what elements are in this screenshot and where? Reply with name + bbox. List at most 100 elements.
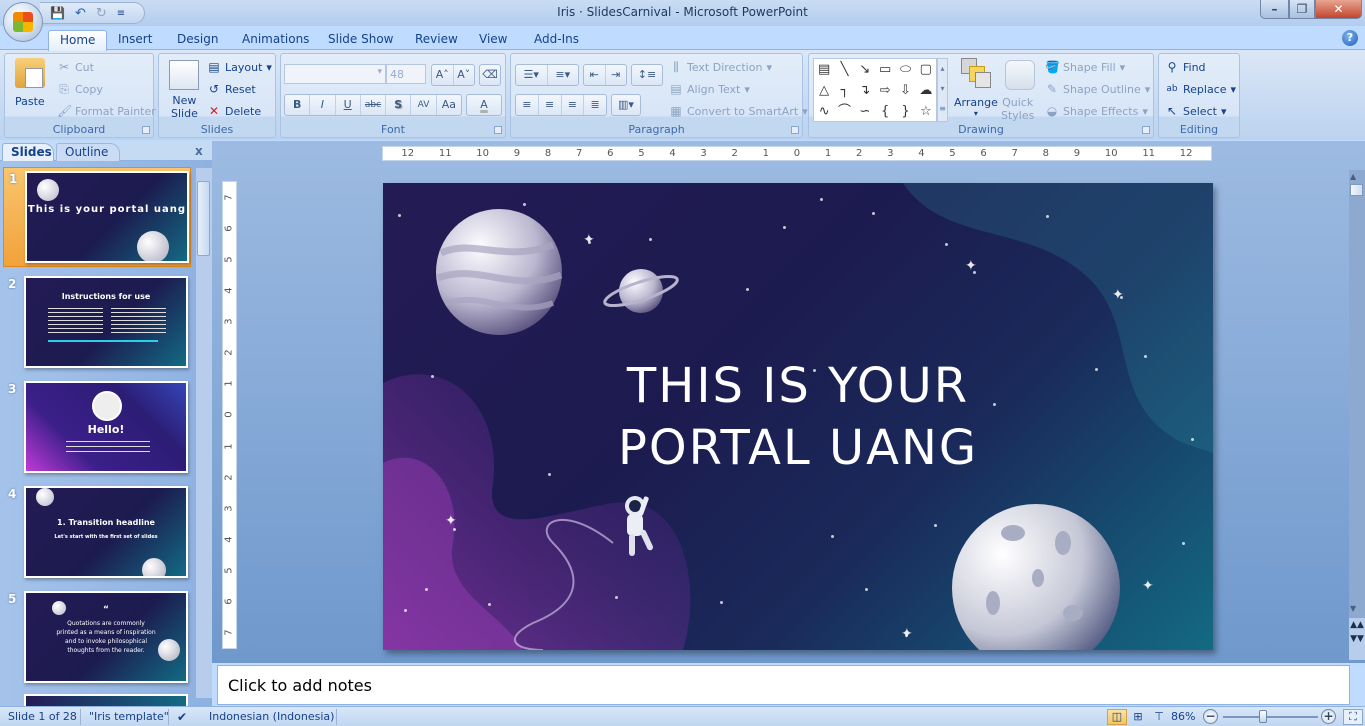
text-direction-button[interactable]: ⫼ Text Direction ▾: [669, 60, 772, 74]
convert-smartart-button[interactable]: ▦ Convert to SmartArt ▾: [669, 104, 807, 118]
minimize-button[interactable]: –: [1260, 0, 1289, 19]
layout-button[interactable]: ▤ Layout ▾: [207, 60, 272, 74]
format-painter-button[interactable]: 🖌 Format Painter: [57, 104, 156, 118]
shape-option[interactable]: ↘: [855, 59, 875, 80]
slide-thumbnail-4[interactable]: 4 1. Transition headline Let's start wit…: [3, 483, 191, 583]
shape-outline-button[interactable]: ✎ Shape Outline ▾: [1045, 82, 1150, 96]
shape-option[interactable]: ▤: [814, 59, 834, 80]
undo-icon[interactable]: ↶: [75, 6, 86, 21]
bold-button[interactable]: B: [285, 95, 311, 115]
tab-design[interactable]: Design: [166, 30, 229, 51]
shape-option[interactable]: ☁: [916, 80, 936, 101]
zoom-slider-thumb[interactable]: [1259, 710, 1268, 723]
tab-add-ins[interactable]: Add-Ins: [523, 30, 590, 51]
zoom-in-button[interactable]: +: [1321, 709, 1336, 724]
shape-option[interactable]: ∿: [814, 101, 834, 122]
decrease-indent-button[interactable]: ⇤: [584, 65, 606, 85]
redo-icon[interactable]: ↻: [96, 6, 107, 21]
language-indicator[interactable]: Indonesian (Indonesia): [209, 710, 334, 723]
columns-button[interactable]: ▥▾: [611, 94, 641, 116]
office-button[interactable]: [3, 2, 43, 42]
zoom-level[interactable]: 86%: [1171, 710, 1195, 723]
change-case-button[interactable]: Aa: [437, 95, 461, 115]
shape-option[interactable]: ▭: [875, 59, 895, 80]
slide-sorter-button[interactable]: ⊞: [1128, 709, 1148, 725]
align-right-button[interactable]: ≡: [562, 95, 585, 115]
close-pane-icon[interactable]: x: [195, 144, 203, 158]
scrollbar-thumb[interactable]: [1350, 184, 1363, 196]
shape-option[interactable]: △: [814, 80, 834, 101]
shape-option[interactable]: ┐: [834, 80, 854, 101]
numbering-button[interactable]: ≡▾: [548, 65, 579, 85]
delete-slide-button[interactable]: ✕ Delete: [207, 104, 261, 118]
scroll-up-icon[interactable]: ▲: [1350, 172, 1356, 181]
shape-option[interactable]: ▢: [916, 59, 936, 80]
font-size-dropdown[interactable]: 48: [386, 64, 426, 84]
tab-view[interactable]: View: [468, 30, 518, 51]
slide-title[interactable]: THIS IS YOUR PORTAL UANG: [588, 355, 1008, 479]
increase-indent-button[interactable]: ⇥: [606, 65, 627, 85]
slide-show-button[interactable]: ⊤: [1149, 709, 1169, 725]
replace-button[interactable]: ab Replace ▾: [1165, 82, 1236, 96]
spell-check-icon[interactable]: ✔: [177, 710, 187, 724]
shape-option[interactable]: ⌒: [834, 101, 854, 122]
scroll-down-icon[interactable]: ▼: [1350, 604, 1356, 613]
grow-font-button[interactable]: A˄: [432, 65, 454, 85]
scrollbar-thumb[interactable]: [197, 181, 210, 256]
shrink-font-button[interactable]: A˅: [454, 65, 475, 85]
shape-option[interactable]: ⬭: [895, 59, 915, 80]
find-button[interactable]: ⚲ Find: [1165, 60, 1206, 74]
cut-button[interactable]: ✂ Cut: [57, 60, 94, 74]
shape-option[interactable]: ☆: [916, 101, 936, 122]
justify-button[interactable]: ≣: [584, 95, 606, 115]
tab-slides[interactable]: Slides: [2, 143, 54, 161]
tab-review[interactable]: Review: [404, 30, 469, 51]
reset-button[interactable]: ↺ Reset: [207, 82, 256, 96]
new-slide-button[interactable]: New Slide: [171, 94, 198, 120]
tab-home[interactable]: Home: [48, 30, 108, 51]
clipboard-dialog-launcher[interactable]: [142, 126, 150, 134]
shapes-gallery-scroll[interactable]: ▴ ▾ ≡: [937, 58, 948, 122]
tab-animations[interactable]: Animations: [231, 30, 320, 51]
shape-option[interactable]: ╲: [834, 59, 854, 80]
character-spacing-button[interactable]: AV: [411, 95, 437, 115]
select-button[interactable]: ↖ Select ▾: [1165, 104, 1227, 118]
slides-pane-scrollbar[interactable]: [196, 168, 212, 698]
italic-button[interactable]: I: [310, 95, 336, 115]
clear-formatting-button[interactable]: ⌫: [479, 64, 501, 86]
fit-to-window-button[interactable]: ⛶: [1343, 709, 1363, 725]
paragraph-dialog-launcher[interactable]: [791, 126, 799, 134]
slide-thumbnail-3[interactable]: 3 Hello!: [3, 378, 191, 478]
normal-view-button[interactable]: ◫: [1107, 709, 1127, 725]
strikethrough-button[interactable]: abc: [361, 95, 387, 115]
maximize-button[interactable]: ❐: [1289, 0, 1315, 19]
shape-option[interactable]: ⇨: [875, 80, 895, 101]
bullets-button[interactable]: ☰▾: [516, 65, 548, 85]
arrange-button[interactable]: Arrange ▾: [954, 96, 998, 118]
previous-slide-icon[interactable]: ▲▲: [1349, 618, 1365, 632]
font-dialog-launcher[interactable]: [494, 126, 502, 134]
slide-thumbnail-2[interactable]: 2 Instructions for use: [3, 273, 191, 373]
align-left-button[interactable]: ≡: [516, 95, 539, 115]
shape-option[interactable]: ↴: [855, 80, 875, 101]
zoom-slider[interactable]: [1223, 716, 1318, 718]
align-center-button[interactable]: ≡: [539, 95, 562, 115]
customize-qat-icon[interactable]: ≡: [117, 8, 125, 19]
font-color-button[interactable]: A: [466, 94, 502, 116]
shape-option[interactable]: ∽: [855, 101, 875, 122]
tab-slide-show[interactable]: Slide Show: [317, 30, 404, 51]
slide-thumbnail-1[interactable]: 1 This is your portal uang: [3, 167, 191, 267]
shadow-button[interactable]: S: [386, 95, 412, 115]
shape-option[interactable]: ⇩: [895, 80, 915, 101]
quick-styles-button[interactable]: Quick Styles: [1001, 96, 1034, 122]
paste-button[interactable]: Paste: [15, 95, 45, 108]
next-slide-icon[interactable]: ▼▼: [1349, 632, 1365, 646]
font-name-dropdown[interactable]: ▾: [284, 64, 386, 84]
underline-button[interactable]: U: [336, 95, 361, 115]
drawing-dialog-launcher[interactable]: [1142, 126, 1150, 134]
zoom-out-button[interactable]: −: [1203, 709, 1218, 724]
slide-thumbnail-6[interactable]: [24, 694, 188, 706]
slide-thumbnail-5[interactable]: 5 “ Quotations are commonly printed as a…: [3, 588, 191, 688]
shape-option[interactable]: }: [895, 101, 915, 122]
shape-fill-button[interactable]: 🪣 Shape Fill ▾: [1045, 60, 1125, 74]
